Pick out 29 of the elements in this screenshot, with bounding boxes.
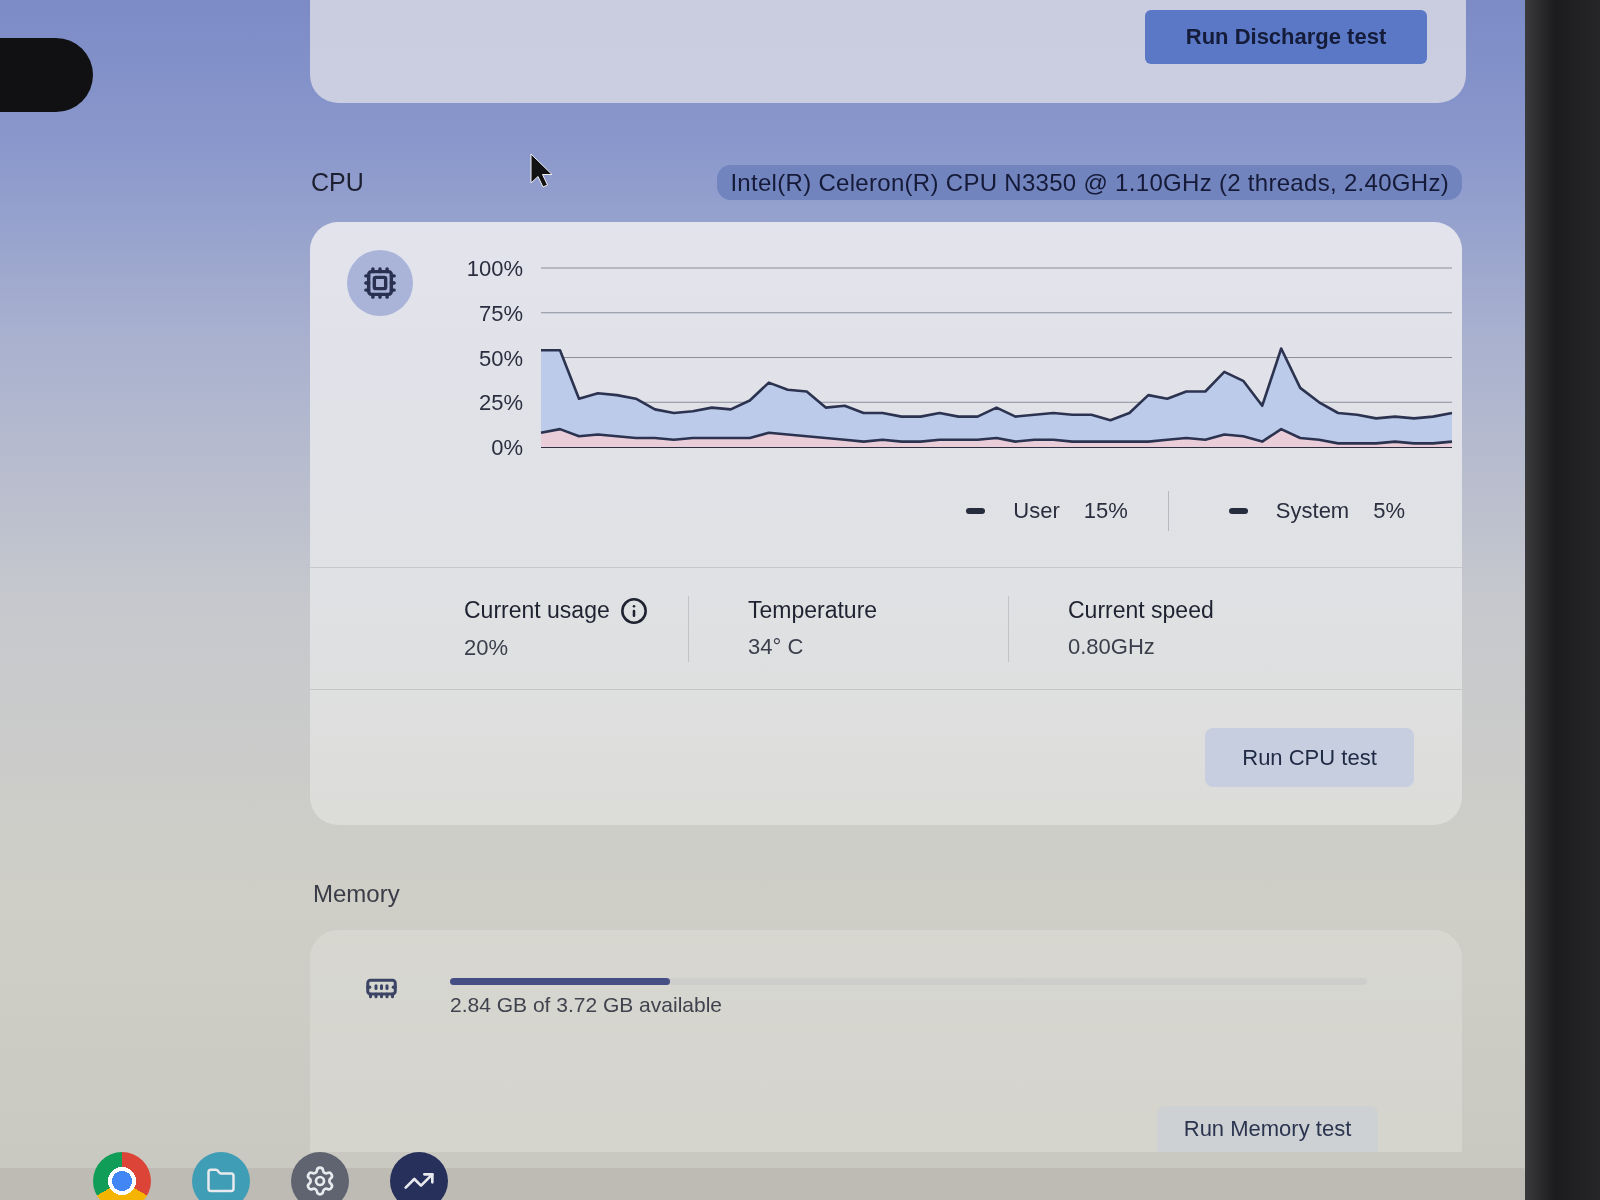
legend-label: User [1013,498,1060,524]
settings-icon[interactable] [291,1152,349,1200]
legend-value: 15% [1083,498,1128,524]
cpu-model-name: Intel(R) Celeron(R) CPU N3350 @ 1.10GHz (2 threads, 2.40GHz) [717,165,1462,200]
stat-value: 34° C [748,634,804,660]
stat-label: Current speed [1068,597,1214,624]
ring-logo-icon[interactable] [93,1152,151,1200]
info-icon[interactable] [619,596,648,625]
legend-dash-icon [1228,508,1248,514]
stat-value: 20% [464,634,509,661]
stat-label: Current usage [464,597,610,624]
section-title: CPU [310,168,364,197]
run-memory-test-button[interactable]: Run Memory test [1157,1106,1378,1152]
folder-icon[interactable] [192,1152,250,1200]
run-cpu-test-button[interactable]: Run CPU test [1205,728,1414,787]
stat-label: Temperature [748,597,878,624]
y-tick-label: 25% [478,390,523,416]
y-tick-label: 75% [478,300,523,326]
y-tick-label: 100% [466,256,523,281]
legend-label: System [1275,498,1350,524]
cursor-icon [530,153,554,189]
memory-available-text: 2.84 GB of 3.72 GB available [450,993,722,1017]
legend-value: 5% [1373,498,1405,524]
y-tick-label: 0% [491,435,523,460]
section-title: Memory [312,881,400,907]
run-discharge-test-button[interactable]: Run Discharge test [1145,10,1427,64]
y-tick-label: 50% [478,345,523,371]
legend-dash-icon [966,508,986,514]
stat-value: 0.80GHz [1068,634,1155,660]
